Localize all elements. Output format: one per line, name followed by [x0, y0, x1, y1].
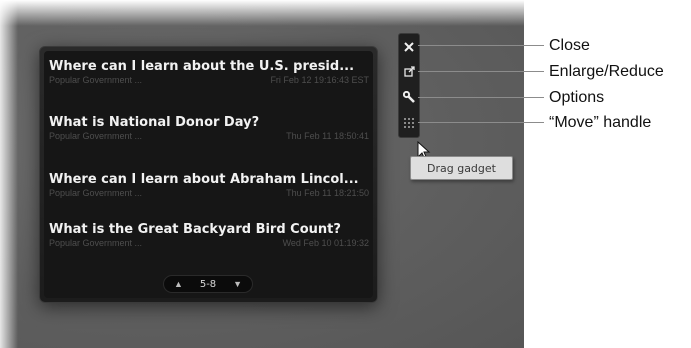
tooltip: Drag gadget [410, 156, 513, 180]
options-button[interactable] [399, 86, 419, 108]
feed-item-date: Wed Feb 10 01:19:32 [282, 238, 369, 248]
feed-item-date: Thu Feb 11 18:50:41 [286, 131, 369, 141]
callout-options: Options [549, 89, 605, 106]
callout-line-options [418, 97, 544, 98]
feed-item-category: Popular Government ... [49, 131, 143, 141]
feed-item-meta: Popular Government ... Wed Feb 10 01:19:… [49, 238, 369, 249]
desktop-fade-left [0, 0, 18, 348]
callout-enlarge-reduce: Enlarge/Reduce [549, 63, 664, 80]
feed-item-meta: Popular Government ... Thu Feb 11 18:50:… [49, 131, 369, 142]
close-icon [404, 42, 414, 52]
feed-item[interactable]: What is National Donor Day? Popular Gove… [49, 114, 369, 154]
feed-item-category: Popular Government ... [49, 75, 143, 85]
enlarge-reduce-button[interactable] [399, 60, 419, 82]
feed-item[interactable]: What is the Great Backyard Bird Count? P… [49, 221, 369, 261]
gadget-toolbar [398, 33, 420, 138]
triangle-down-icon[interactable]: ▼ [233, 279, 242, 289]
feed-gadget[interactable]: Where can I learn about the U.S. presid.… [39, 46, 378, 303]
feed-item-date: Thu Feb 11 18:21:50 [286, 188, 369, 198]
feed-item-category: Popular Government ... [49, 188, 143, 198]
feed-item-date: Fri Feb 12 19:16:43 EST [270, 75, 369, 85]
pager-range: 5-8 [199, 278, 217, 290]
triangle-up-icon[interactable]: ▲ [174, 279, 183, 289]
pager: ▲ 5-8 ▼ [163, 275, 253, 293]
move-handle[interactable] [399, 112, 419, 134]
callout-line-close [418, 45, 544, 46]
feed-item-title[interactable]: What is National Donor Day? [49, 114, 369, 131]
feed-item-meta: Popular Government ... Fri Feb 12 19:16:… [49, 75, 369, 86]
feed-item-title[interactable]: Where can I learn about Abraham Lincol..… [49, 171, 369, 188]
feed-item-meta: Popular Government ... Thu Feb 11 18:21:… [49, 188, 369, 199]
wrench-icon [403, 91, 415, 103]
feed-item-title[interactable]: What is the Great Backyard Bird Count? [49, 221, 369, 238]
callout-line-move [418, 122, 544, 123]
feed-item[interactable]: Where can I learn about Abraham Lincol..… [49, 171, 369, 211]
callout-close: Close [549, 37, 590, 54]
grip-icon [404, 118, 414, 128]
close-button[interactable] [399, 36, 419, 58]
resize-icon [403, 65, 415, 77]
callout-move-handle: “Move” handle [549, 114, 652, 131]
desktop-fade-right [651, 0, 691, 348]
callout-line-enlarge [418, 71, 544, 72]
feed-item-category: Popular Government ... [49, 238, 143, 248]
desktop-fade-top [0, 0, 524, 26]
feed-item-title[interactable]: Where can I learn about the U.S. presid.… [49, 58, 369, 75]
feed-item[interactable]: Where can I learn about the U.S. presid.… [49, 58, 369, 98]
